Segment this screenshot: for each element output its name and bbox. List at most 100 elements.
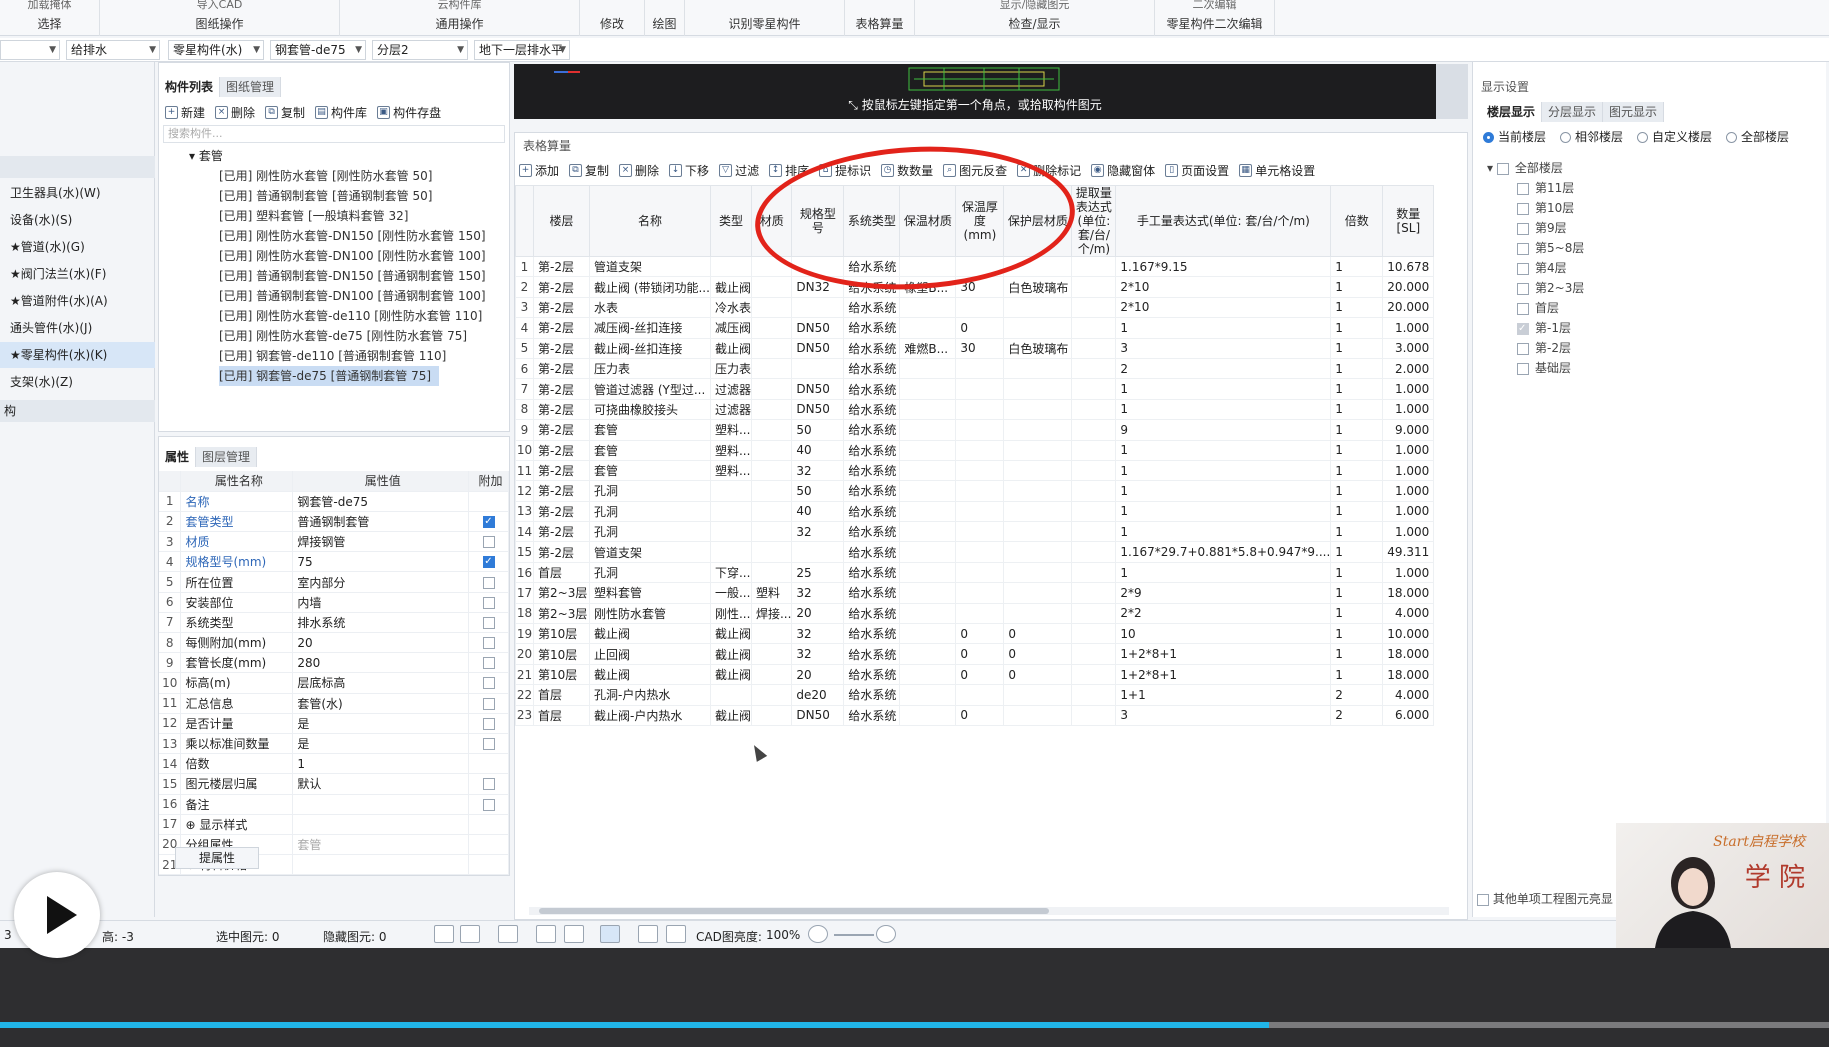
property-value[interactable]: 层底标高 [292, 672, 470, 694]
table-cell[interactable]: 截止阀 [709, 623, 752, 645]
checkbox[interactable]: ✓ [1517, 322, 1529, 335]
table-cell[interactable]: 第-2层 [533, 459, 590, 482]
table-cell[interactable] [750, 337, 793, 359]
table-cell[interactable]: de20 [791, 684, 845, 706]
table-cell[interactable]: 1 [1115, 317, 1332, 339]
copy-row-button[interactable]: ⧉ 复制 [569, 162, 609, 179]
table-cell[interactable]: 2*2 [1115, 602, 1332, 625]
table-cell[interactable]: 18.000 [1382, 582, 1435, 604]
checkbox[interactable] [482, 596, 495, 609]
table-cell[interactable] [955, 296, 1005, 319]
frame-icon[interactable] [460, 925, 480, 943]
column-header[interactable]: 名称 [589, 185, 711, 257]
table-cell[interactable]: 减压阀 [709, 317, 752, 339]
property-row[interactable]: 6 安装部位 内墙 [159, 592, 509, 613]
table-cell[interactable]: 2 [1330, 684, 1384, 706]
table-cell[interactable]: 塑料... [709, 459, 752, 482]
tree-item[interactable]: [已用] 塑料套管 [一般填料套管 32] [219, 206, 408, 226]
table-cell[interactable]: 水表 [589, 296, 711, 319]
nav-item-misc[interactable]: ★零星构件(水)(K) [0, 342, 155, 368]
table-cell[interactable]: 0 [1003, 643, 1073, 665]
nav-item-sanitary[interactable]: 卫生器具(水)(W) [0, 180, 155, 206]
table-cell[interactable]: 1+1 [1115, 684, 1332, 706]
table-cell[interactable] [955, 357, 1005, 380]
floor-tree-root[interactable]: ▾ 全部楼层 [1487, 158, 1563, 178]
table-cell[interactable] [750, 317, 793, 339]
table-cell[interactable] [1003, 602, 1073, 625]
table-cell[interactable]: 1 [1115, 521, 1332, 543]
checkbox[interactable] [482, 738, 495, 751]
count-button[interactable]: ◷ 数数量 [881, 162, 933, 179]
property-row[interactable]: 10 标高(m) 层底标高 [159, 672, 509, 694]
table-cell[interactable] [955, 378, 1005, 400]
table-cell[interactable]: 刚性防水套管 [589, 602, 711, 625]
table-cell[interactable]: 2*10 [1115, 296, 1332, 319]
table-row[interactable]: 21 第10层 截止阀 截止阀 20 给水系统 0 0 1+2*8+1 1 18.000 [515, 663, 1435, 686]
table-cell[interactable]: 50 [791, 480, 845, 502]
table-cell[interactable] [709, 500, 752, 523]
curve-icon[interactable] [666, 925, 686, 943]
property-value[interactable]: 是 [292, 733, 470, 755]
ribbon-group-modify[interactable]: 修改 [580, 0, 645, 36]
move-down-button[interactable]: ↓ 下移 [669, 162, 709, 179]
table-row[interactable]: 1 第-2层 管道支架 给水系统 1.167*9.15 1 10.678 [515, 255, 1435, 278]
table-cell[interactable] [750, 378, 793, 400]
table-cell[interactable]: 给水系统 [843, 357, 901, 380]
checkbox[interactable] [1477, 893, 1489, 906]
table-cell[interactable]: 40 [791, 500, 845, 523]
column-header[interactable]: 类型 [709, 185, 752, 257]
delete-row-button[interactable]: × 删除 [619, 162, 659, 179]
table-cell[interactable]: 首层 [533, 684, 590, 706]
table-cell[interactable] [791, 296, 845, 319]
table-cell[interactable] [750, 357, 793, 380]
nav-item-equipment[interactable]: 设备(水)(S) [0, 207, 155, 233]
table-cell[interactable]: 1.167*9.15 [1115, 255, 1332, 278]
table-cell[interactable] [1071, 582, 1117, 604]
floor-item[interactable]: 第9层 [1517, 218, 1567, 238]
filter-button[interactable]: ▽ 过滤 [719, 162, 759, 179]
table-cell[interactable] [955, 480, 1005, 502]
table-cell[interactable] [750, 255, 793, 278]
table-cell[interactable]: 第10层 [533, 663, 590, 686]
table-row[interactable]: 13 第-2层 孔洞 40 给水系统 1 1 1.000 [515, 500, 1435, 523]
table-cell[interactable] [1071, 704, 1117, 726]
table-cell[interactable]: 第-2层 [533, 255, 590, 278]
tab-drawing-manager[interactable]: 图纸管理 [220, 77, 282, 97]
table-cell[interactable]: 给水系统 [843, 419, 901, 441]
tree-item[interactable]: [已用] 普通钢制套管 [普通钢制套管 50] [219, 186, 432, 206]
table-cell[interactable]: 套管 [589, 459, 711, 482]
property-row[interactable]: 9 套管长度(mm) 280 [159, 652, 509, 674]
table-cell[interactable] [1071, 296, 1117, 319]
table-cell[interactable]: 止回阀 [589, 643, 711, 665]
table-cell[interactable] [1003, 541, 1073, 563]
table-cell[interactable] [1071, 561, 1117, 584]
table-cell[interactable] [1003, 378, 1073, 400]
table-cell[interactable] [750, 623, 793, 645]
table-cell[interactable] [1071, 480, 1117, 502]
table-cell[interactable] [750, 643, 793, 665]
table-cell[interactable]: 第-2层 [533, 378, 590, 400]
checkbox[interactable] [482, 616, 495, 629]
table-cell[interactable] [750, 663, 793, 686]
table-cell[interactable] [955, 541, 1005, 563]
table-cell[interactable]: 20.000 [1382, 296, 1435, 319]
table-cell[interactable] [1003, 582, 1073, 604]
table-cell[interactable]: 孔洞 [589, 561, 711, 584]
table-cell[interactable]: 1.167*29.7+0.881*5.8+0.947*9.... [1115, 541, 1332, 563]
play-button[interactable] [14, 872, 100, 958]
table-cell[interactable]: 截止阀-丝扣连接 [589, 337, 711, 359]
property-value[interactable]: 套管 [292, 834, 470, 856]
property-value[interactable]: 普通钢制套管 [292, 511, 470, 533]
layer-combo[interactable]: 分层2 ▼ [372, 40, 468, 60]
table-row[interactable]: 4 第-2层 减压阀-丝扣连接 减压阀 DN50 给水系统 0 1 1 1.000 [515, 317, 1435, 339]
category-combo[interactable]: 零星构件(水) ▼ [168, 40, 264, 60]
table-cell[interactable] [899, 623, 957, 645]
extract-properties-button[interactable]: 提属性 [175, 847, 259, 869]
table-cell[interactable]: 给水系统 [843, 296, 901, 319]
table-cell[interactable]: 1 [1330, 255, 1384, 278]
table-cell[interactable]: 焊接... [750, 602, 793, 625]
property-row[interactable]: 5 所在位置 室内部分 [159, 571, 509, 593]
table-cell[interactable]: 50 [791, 419, 845, 441]
table-cell[interactable] [899, 255, 957, 278]
table-cell[interactable] [750, 704, 793, 726]
